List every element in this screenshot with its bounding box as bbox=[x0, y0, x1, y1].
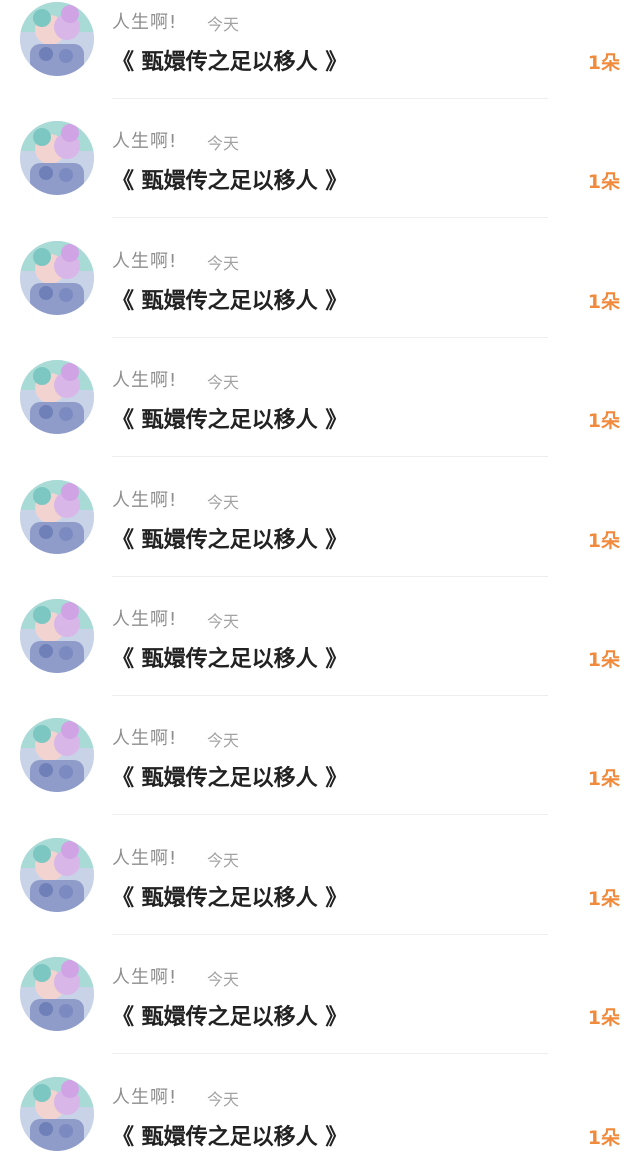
avatar[interactable] bbox=[20, 480, 94, 554]
avatar[interactable] bbox=[20, 718, 94, 792]
item-title[interactable]: 《 甄嬛传之足以移人 》 bbox=[112, 760, 347, 792]
avatar-image bbox=[20, 718, 94, 792]
gift-count: 1朵 bbox=[587, 291, 620, 313]
timestamp: 今天 bbox=[207, 254, 240, 273]
item-title[interactable]: 《 甄嬛传之足以移人 》 bbox=[112, 641, 347, 673]
list-item[interactable]: 人生啊! 今天 《 甄嬛传之足以移人 》 1朵 bbox=[0, 0, 640, 119]
avatar[interactable] bbox=[20, 838, 94, 912]
divider bbox=[112, 98, 548, 99]
list-item[interactable]: 人生啊! 今天 《 甄嬛传之足以移人 》 1朵 bbox=[0, 836, 640, 955]
avatar-image bbox=[20, 2, 94, 76]
avatar[interactable] bbox=[20, 1077, 94, 1151]
avatar-image bbox=[20, 360, 94, 434]
list-item[interactable]: 人生啊! 今天 《 甄嬛传之足以移人 》 1朵 bbox=[0, 478, 640, 597]
timestamp: 今天 bbox=[207, 15, 240, 34]
list-item[interactable]: 人生啊! 今天 《 甄嬛传之足以移人 》 1朵 bbox=[0, 239, 640, 358]
divider bbox=[112, 337, 548, 338]
avatar-image bbox=[20, 957, 94, 1031]
divider bbox=[112, 814, 548, 815]
gift-count: 1朵 bbox=[587, 171, 620, 193]
list-item[interactable]: 人生啊! 今天 《 甄嬛传之足以移人 》 1朵 bbox=[0, 716, 640, 835]
gift-count: 1朵 bbox=[587, 52, 620, 74]
item-title[interactable]: 《 甄嬛传之足以移人 》 bbox=[112, 880, 347, 912]
username[interactable]: 人生啊! bbox=[112, 247, 177, 273]
timestamp: 今天 bbox=[207, 612, 240, 631]
list-item[interactable]: 人生啊! 今天 《 甄嬛传之足以移人 》 1朵 bbox=[0, 1075, 640, 1162]
username[interactable]: 人生啊! bbox=[112, 844, 177, 870]
timestamp: 今天 bbox=[207, 851, 240, 870]
divider bbox=[112, 456, 548, 457]
username[interactable]: 人生啊! bbox=[112, 1083, 177, 1109]
list-item[interactable]: 人生啊! 今天 《 甄嬛传之足以移人 》 1朵 bbox=[0, 119, 640, 238]
item-title[interactable]: 《 甄嬛传之足以移人 》 bbox=[112, 163, 347, 195]
gift-count: 1朵 bbox=[587, 888, 620, 910]
username[interactable]: 人生啊! bbox=[112, 8, 177, 34]
timestamp: 今天 bbox=[207, 731, 240, 750]
avatar-image bbox=[20, 121, 94, 195]
list-item[interactable]: 人生啊! 今天 《 甄嬛传之足以移人 》 1朵 bbox=[0, 597, 640, 716]
timestamp: 今天 bbox=[207, 134, 240, 153]
divider bbox=[112, 934, 548, 935]
username[interactable]: 人生啊! bbox=[112, 605, 177, 631]
username[interactable]: 人生啊! bbox=[112, 366, 177, 392]
gift-count: 1朵 bbox=[587, 649, 620, 671]
item-title[interactable]: 《 甄嬛传之足以移人 》 bbox=[112, 44, 347, 76]
timestamp: 今天 bbox=[207, 970, 240, 989]
username[interactable]: 人生啊! bbox=[112, 724, 177, 750]
gift-record-list: 人生啊! 今天 《 甄嬛传之足以移人 》 1朵 人生啊! 今天 《 甄嬛传之足以… bbox=[0, 0, 640, 1162]
gift-count: 1朵 bbox=[587, 410, 620, 432]
avatar-image bbox=[20, 241, 94, 315]
avatar-image bbox=[20, 1077, 94, 1151]
divider bbox=[112, 576, 548, 577]
avatar[interactable] bbox=[20, 957, 94, 1031]
gift-count: 1朵 bbox=[587, 530, 620, 552]
item-title[interactable]: 《 甄嬛传之足以移人 》 bbox=[112, 1119, 347, 1151]
gift-count: 1朵 bbox=[587, 1127, 620, 1149]
avatar[interactable] bbox=[20, 599, 94, 673]
divider bbox=[112, 695, 548, 696]
avatar[interactable] bbox=[20, 2, 94, 76]
username[interactable]: 人生啊! bbox=[112, 963, 177, 989]
avatar-image bbox=[20, 838, 94, 912]
avatar-image bbox=[20, 480, 94, 554]
divider bbox=[112, 1053, 548, 1054]
list-item[interactable]: 人生啊! 今天 《 甄嬛传之足以移人 》 1朵 bbox=[0, 358, 640, 477]
timestamp: 今天 bbox=[207, 1090, 240, 1109]
item-title[interactable]: 《 甄嬛传之足以移人 》 bbox=[112, 283, 347, 315]
list-item[interactable]: 人生啊! 今天 《 甄嬛传之足以移人 》 1朵 bbox=[0, 955, 640, 1074]
avatar-image bbox=[20, 599, 94, 673]
avatar[interactable] bbox=[20, 360, 94, 434]
item-title[interactable]: 《 甄嬛传之足以移人 》 bbox=[112, 402, 347, 434]
avatar[interactable] bbox=[20, 241, 94, 315]
username[interactable]: 人生啊! bbox=[112, 486, 177, 512]
timestamp: 今天 bbox=[207, 373, 240, 392]
timestamp: 今天 bbox=[207, 493, 240, 512]
divider bbox=[112, 217, 548, 218]
item-title[interactable]: 《 甄嬛传之足以移人 》 bbox=[112, 522, 347, 554]
item-title[interactable]: 《 甄嬛传之足以移人 》 bbox=[112, 999, 347, 1031]
username[interactable]: 人生啊! bbox=[112, 127, 177, 153]
gift-count: 1朵 bbox=[587, 1007, 620, 1029]
gift-count: 1朵 bbox=[587, 768, 620, 790]
avatar[interactable] bbox=[20, 121, 94, 195]
